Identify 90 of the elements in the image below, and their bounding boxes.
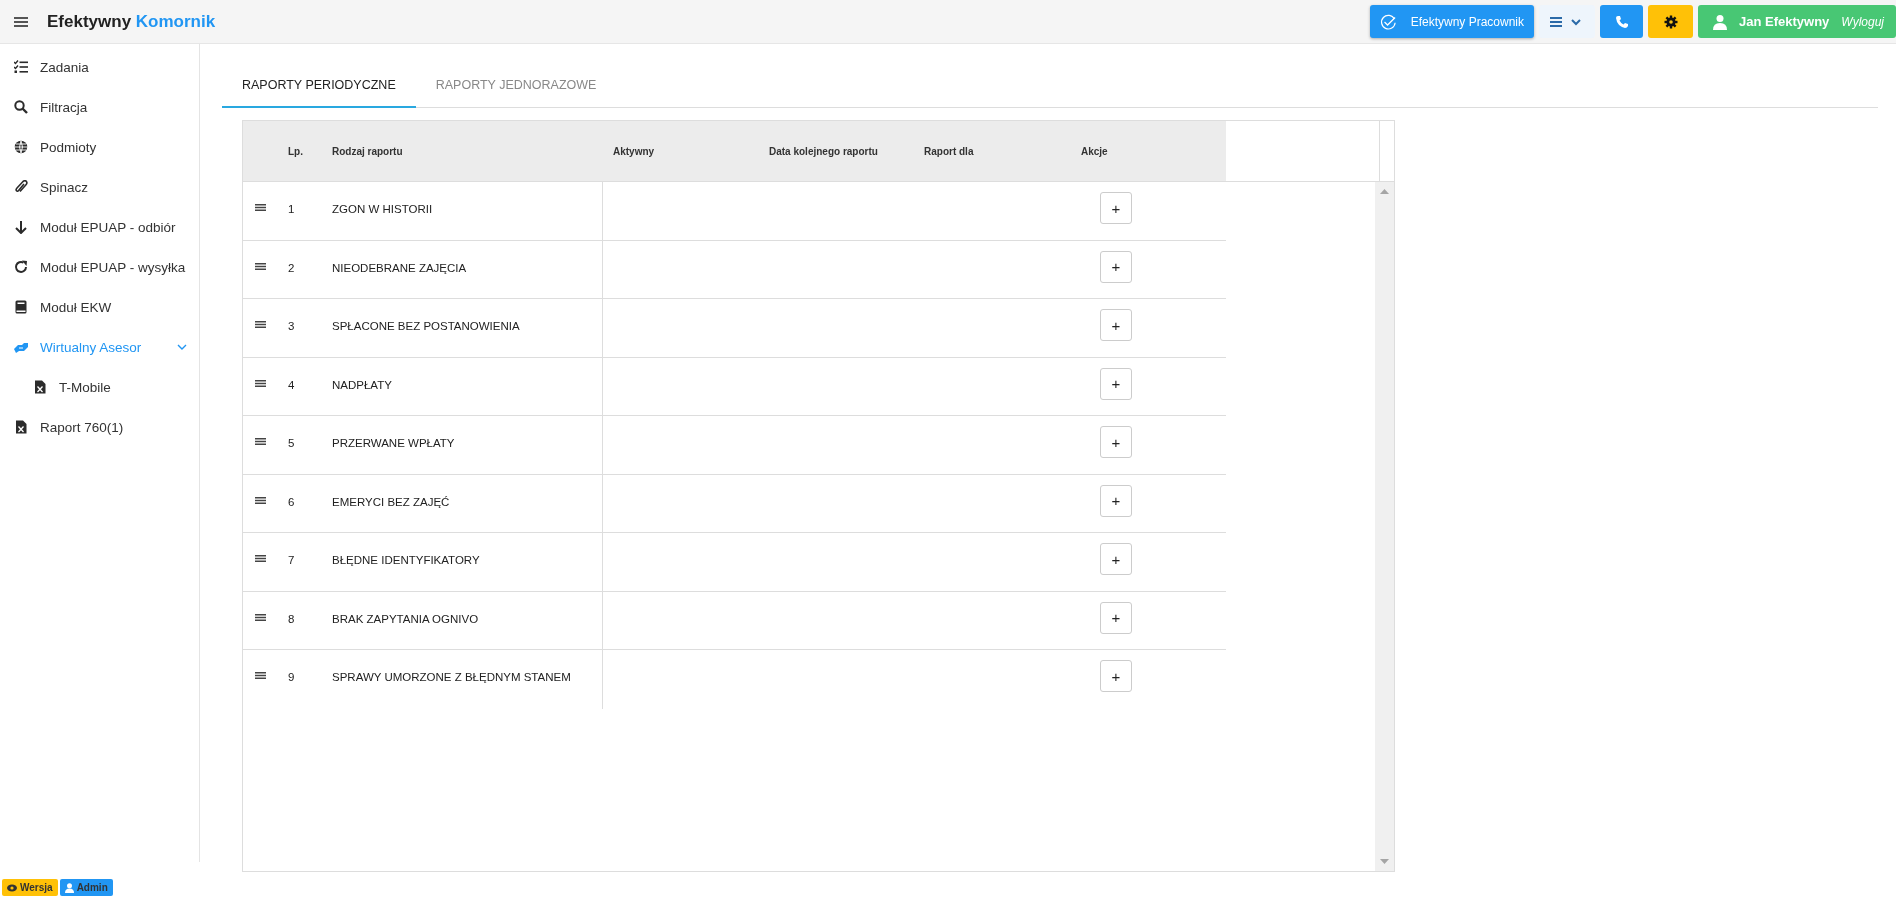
table-cell-text: 6 — [288, 494, 296, 510]
sidebar-item[interactable]: Moduł EKW — [0, 287, 199, 327]
footer-badge[interactable]: Admin — [59, 879, 113, 896]
user-icon — [1713, 13, 1727, 30]
badge-label: Wersja — [20, 882, 53, 893]
table-cell-text: ZGON W HISTORII — [332, 202, 434, 217]
phone-icon — [1614, 14, 1629, 29]
spreadsheet-file-icon — [14, 420, 28, 434]
user-icon — [64, 882, 74, 893]
sidebar-item[interactable]: Moduł EPUAP - wysyłka — [0, 247, 199, 287]
sidebar-label: T-Mobile — [59, 379, 111, 395]
table-cell-text: 9 — [288, 670, 296, 685]
table-cell-text: 2 — [288, 260, 296, 276]
globe-icon — [14, 140, 28, 154]
table-cell-text: NADPŁATY — [332, 377, 393, 393]
spreadsheet-file-icon — [33, 380, 47, 394]
table-cell-text: 3 — [288, 319, 296, 334]
table-cell-text: 4 — [288, 377, 296, 393]
sidebar-item[interactable]: Zadania — [0, 47, 199, 87]
drag-handle-icon[interactable] — [255, 613, 266, 621]
table-cell-text: BŁĘDNE IDENTYFIKATORY — [332, 553, 481, 568]
add-button[interactable]: + — [1100, 543, 1132, 575]
sidebar-label: Zadania — [40, 59, 89, 75]
add-button[interactable]: + — [1100, 367, 1132, 400]
table-cell-text: NIEODEBRANE ZAJĘCIA — [332, 260, 468, 276]
app-title: Efektywny Komornik — [47, 11, 216, 32]
table-cell-text: 1 — [288, 202, 296, 217]
table-cell-text: 7 — [288, 553, 296, 568]
search-icon — [14, 100, 28, 114]
user-name: Jan Efektywny — [1739, 14, 1830, 29]
refresh-icon — [14, 260, 28, 274]
drag-handle-icon[interactable] — [255, 262, 266, 270]
add-button[interactable]: + — [1100, 660, 1132, 692]
table-cell-text: SPRAWY UMORZONE Z BŁĘDNYM STANEM — [332, 670, 572, 685]
sidebar-label: Podmioty — [40, 139, 97, 155]
paperclip-icon — [14, 180, 28, 194]
sidebar-label: Moduł EKW — [40, 299, 112, 315]
column-header: Lp. — [288, 145, 304, 157]
table-cell-text: 8 — [288, 611, 296, 627]
column-header: Rodzaj raportu — [332, 145, 404, 157]
add-button[interactable]: + — [1100, 309, 1132, 341]
arrow-down-icon — [14, 220, 28, 234]
sidebar-item[interactable]: Podmioty — [0, 127, 199, 167]
drag-handle-icon[interactable] — [255, 379, 266, 387]
book-icon — [14, 300, 28, 314]
sidebar-label: Moduł EPUAP - wysyłka — [40, 259, 186, 275]
handshake-icon — [14, 340, 28, 354]
add-button[interactable]: + — [1100, 601, 1132, 634]
sidebar-label: Wirtualny Asesor — [40, 339, 142, 355]
tab[interactable]: RAPORTY PERIODYCZNE — [222, 66, 416, 108]
sidebar-item[interactable]: Filtracja — [0, 87, 199, 127]
sidebar-label: Raport 760(1) — [40, 419, 124, 435]
worker-label: Efektywny Pracownik — [1410, 14, 1524, 29]
table-cell-text: EMERYCI BEZ ZAJĘĆ — [332, 494, 451, 510]
add-button[interactable]: + — [1100, 484, 1132, 517]
phone-button[interactable] — [1600, 5, 1643, 38]
sidebar-item[interactable]: Raport 760(1) — [0, 407, 199, 447]
drag-handle-icon[interactable] — [255, 672, 266, 679]
drag-handle-icon[interactable] — [255, 204, 266, 211]
sidebar-item[interactable]: Spinacz — [0, 167, 199, 207]
table-cell-text: PRZERWANE WPŁATY — [332, 436, 456, 451]
sidebar-item[interactable]: Moduł EPUAP - odbiór — [0, 207, 199, 247]
column-header: Akcje — [1081, 145, 1108, 157]
sidebar-label: Filtracja — [40, 99, 88, 115]
drag-handle-icon[interactable] — [255, 496, 266, 504]
drag-handle-icon[interactable] — [255, 438, 266, 445]
column-header: Raport dla — [924, 145, 975, 157]
settings-button[interactable] — [1648, 5, 1693, 38]
add-button[interactable]: + — [1100, 426, 1132, 458]
menu-dropdown-button[interactable] — [1539, 5, 1595, 38]
badge-label: Admin — [76, 882, 108, 893]
drag-handle-icon[interactable] — [255, 555, 266, 562]
sidebar-label: Moduł EPUAP - odbiór — [40, 219, 176, 235]
sidebar-label: Spinacz — [40, 179, 89, 195]
footer-badge[interactable]: Wersja — [2, 879, 58, 896]
add-button[interactable]: + — [1100, 250, 1132, 283]
table-cell-text: SPŁACONE BEZ POSTANOWIENIA — [332, 319, 521, 334]
menu-icon[interactable] — [14, 15, 28, 28]
add-button[interactable]: + — [1100, 192, 1132, 224]
sidebar-subitem[interactable]: T-Mobile — [0, 367, 199, 407]
tab[interactable]: RAPORTY JEDNORAZOWE — [415, 66, 617, 108]
table-cell-text: BRAK ZAPYTANIA OGNIVO — [332, 611, 480, 627]
drag-handle-icon[interactable] — [255, 321, 266, 328]
column-header: Data kolejnego raportu — [769, 145, 879, 157]
settings-icon — [1663, 14, 1678, 29]
column-header: Aktywny — [613, 145, 656, 157]
checklist-icon — [14, 60, 28, 74]
eye-icon — [7, 883, 17, 892]
menu-caret-icon — [1550, 15, 1584, 28]
table-cell-text: 5 — [288, 436, 296, 451]
